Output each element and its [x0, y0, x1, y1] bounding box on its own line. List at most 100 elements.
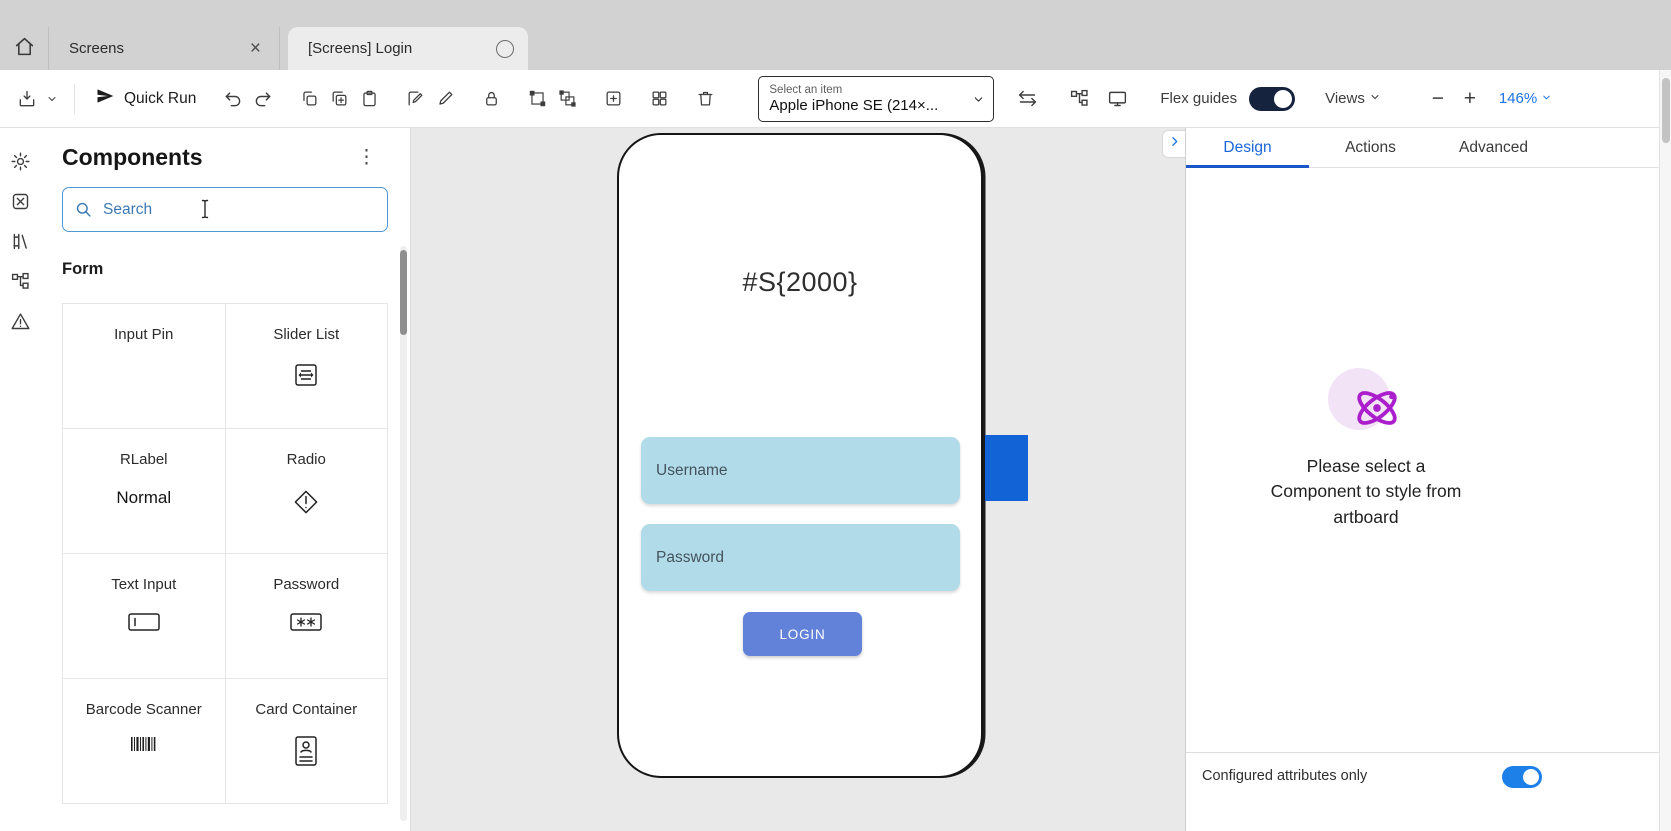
- components-library-button[interactable]: [8, 192, 32, 216]
- tab-status-circle-icon: [496, 40, 514, 58]
- frame-plus-icon: [604, 89, 623, 108]
- components-scrollbar[interactable]: [400, 246, 407, 821]
- password-field[interactable]: Password: [641, 524, 960, 591]
- component-card-input-pin[interactable]: Input Pin: [63, 304, 226, 429]
- tab-label: Advanced: [1459, 139, 1528, 157]
- login-button[interactable]: LOGIN: [743, 612, 862, 656]
- rlabel-preview-text: Normal: [116, 488, 171, 508]
- panel-expand-button[interactable]: [1162, 130, 1185, 158]
- atom-icon: [1350, 381, 1404, 440]
- zoom-level-dropdown[interactable]: 146%: [1499, 90, 1552, 107]
- selected-element-rect[interactable]: [985, 435, 1028, 501]
- redo-button[interactable]: [248, 82, 278, 116]
- component-card-rlabel[interactable]: RLabel Normal: [63, 429, 226, 554]
- tab-label: Design: [1223, 139, 1271, 157]
- slider-list-icon: [289, 359, 323, 396]
- component-card-radio[interactable]: Radio: [226, 429, 389, 554]
- component-label: Barcode Scanner: [86, 701, 202, 718]
- quick-run-label: Quick Run: [124, 90, 196, 108]
- preview-screen-button[interactable]: [1102, 82, 1132, 116]
- app-window: Screens × [Screens] Login Quick Run: [0, 0, 1671, 831]
- tab-screens[interactable]: Screens ×: [48, 27, 280, 70]
- component-card-password[interactable]: Password: [226, 554, 389, 679]
- component-card-barcode-scanner[interactable]: Barcode Scanner: [63, 679, 226, 804]
- undo-button[interactable]: [218, 82, 248, 116]
- rename-button[interactable]: [400, 82, 430, 116]
- device-selector[interactable]: Select an item Apple iPhone SE (214×...: [758, 76, 994, 122]
- component-label: Input Pin: [114, 326, 173, 343]
- tab-design[interactable]: Design: [1186, 128, 1309, 167]
- ungroup-button[interactable]: [552, 82, 582, 116]
- zoom-out-button[interactable]: −: [1425, 87, 1451, 111]
- text-cursor-icon: [198, 197, 212, 226]
- duplicate-icon: [330, 89, 349, 108]
- phone-artboard[interactable]: #S{2000} Username Password LOGIN: [617, 133, 983, 778]
- monitor-icon: [1107, 88, 1128, 109]
- search-input[interactable]: [62, 187, 388, 232]
- tab-screens-login[interactable]: [Screens] Login: [288, 27, 528, 70]
- toolbar-divider: [74, 84, 75, 114]
- configured-attributes-toggle[interactable]: [1502, 766, 1542, 788]
- views-dropdown[interactable]: Views: [1325, 90, 1381, 108]
- flex-guides-toggle[interactable]: [1249, 87, 1295, 111]
- layout-grid-button[interactable]: [644, 82, 674, 116]
- main-toolbar: Quick Run: [0, 70, 1659, 128]
- component-label: Card Container: [255, 701, 357, 718]
- tab-label: [Screens] Login: [308, 40, 412, 57]
- component-card-card-container[interactable]: Card Container: [226, 679, 389, 804]
- empty-state: Please select a Component to style from …: [1186, 368, 1546, 530]
- empty-state-message: Please select a Component to style from …: [1261, 454, 1471, 530]
- screen-title-text[interactable]: #S{2000}: [619, 267, 981, 298]
- window-scrollbar[interactable]: [1659, 70, 1671, 831]
- settings-button[interactable]: [8, 152, 32, 176]
- toggle-knob: [1523, 769, 1539, 785]
- component-card-text-input[interactable]: Text Input: [63, 554, 226, 679]
- gear-icon: [10, 151, 31, 177]
- duplicate-button[interactable]: [324, 82, 354, 116]
- chevron-down-icon: [1369, 90, 1381, 108]
- tree-view-button[interactable]: [1064, 82, 1094, 116]
- redo-icon: [253, 89, 273, 109]
- paste-button[interactable]: [354, 82, 384, 116]
- kebab-menu-icon[interactable]: ⋮: [357, 148, 376, 167]
- scrollbar-thumb[interactable]: [1662, 78, 1670, 143]
- copy-button[interactable]: [294, 82, 324, 116]
- design-canvas[interactable]: #S{2000} Username Password LOGIN: [411, 128, 1185, 831]
- lock-button[interactable]: [476, 82, 506, 116]
- swap-device-button[interactable]: [1012, 82, 1042, 116]
- chevron-down-icon: [1541, 90, 1552, 107]
- device-selector-label: Select an item: [769, 83, 965, 98]
- card-container-icon: [291, 734, 321, 773]
- components-panel: Components ⋮ Form Input Pin Slider List: [40, 128, 411, 831]
- draw-button[interactable]: [430, 82, 460, 116]
- scrollbar-thumb[interactable]: [400, 250, 407, 335]
- undo-icon: [223, 89, 243, 109]
- components-search: [62, 187, 388, 232]
- package-box-icon: [10, 191, 31, 217]
- properties-panel: Design Actions Advanced Please select a …: [1185, 128, 1659, 831]
- close-icon[interactable]: ×: [246, 38, 265, 60]
- username-field[interactable]: Username: [641, 437, 960, 504]
- warnings-button[interactable]: [8, 312, 32, 336]
- save-button[interactable]: [12, 82, 42, 116]
- library-button[interactable]: [8, 232, 32, 256]
- delete-button[interactable]: [690, 82, 720, 116]
- quick-run-button[interactable]: Quick Run: [95, 86, 196, 111]
- components-panel-header: Components ⋮: [40, 128, 410, 171]
- lock-icon: [482, 89, 501, 108]
- group-button[interactable]: [522, 82, 552, 116]
- trash-icon: [696, 89, 715, 108]
- tab-actions[interactable]: Actions: [1309, 128, 1432, 167]
- tab-advanced[interactable]: Advanced: [1432, 128, 1555, 167]
- swap-arrows-icon: [1017, 88, 1038, 109]
- component-card-slider-list[interactable]: Slider List: [226, 304, 389, 429]
- component-label: Radio: [287, 451, 326, 468]
- zoom-in-button[interactable]: +: [1457, 87, 1483, 111]
- save-menu-chevron[interactable]: [42, 82, 62, 116]
- screen-tree-button[interactable]: [8, 272, 32, 296]
- home-button[interactable]: [0, 27, 48, 70]
- component-label: Text Input: [111, 576, 176, 593]
- views-label: Views: [1325, 90, 1365, 107]
- add-frame-button[interactable]: [598, 82, 628, 116]
- text-input-icon: [125, 609, 163, 640]
